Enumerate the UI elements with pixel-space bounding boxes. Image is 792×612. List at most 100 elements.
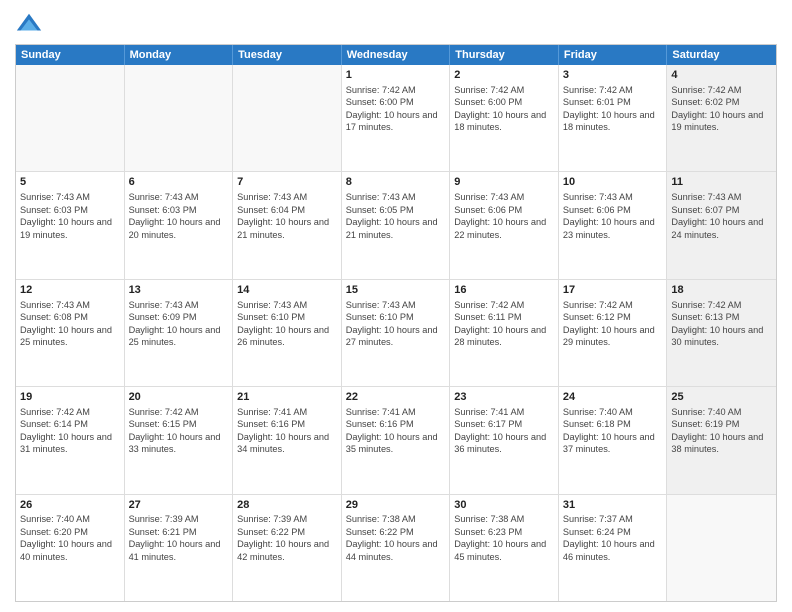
day-cell-29: 29Sunrise: 7:38 AM Sunset: 6:22 PM Dayli… [342, 495, 451, 601]
day-number: 30 [454, 498, 554, 513]
day-number: 12 [20, 283, 120, 298]
day-number: 13 [129, 283, 229, 298]
day-info: Sunrise: 7:39 AM Sunset: 6:22 PM Dayligh… [237, 513, 337, 563]
day-cell-1: 1Sunrise: 7:42 AM Sunset: 6:00 PM Daylig… [342, 65, 451, 171]
day-info: Sunrise: 7:42 AM Sunset: 6:02 PM Dayligh… [671, 84, 772, 134]
day-info: Sunrise: 7:42 AM Sunset: 6:00 PM Dayligh… [346, 84, 446, 134]
day-cell-22: 22Sunrise: 7:41 AM Sunset: 6:16 PM Dayli… [342, 387, 451, 493]
day-number: 10 [563, 175, 663, 190]
day-number: 11 [671, 175, 772, 190]
empty-cell-0-0 [16, 65, 125, 171]
day-cell-20: 20Sunrise: 7:42 AM Sunset: 6:15 PM Dayli… [125, 387, 234, 493]
calendar-row-3: 19Sunrise: 7:42 AM Sunset: 6:14 PM Dayli… [16, 386, 776, 493]
day-cell-15: 15Sunrise: 7:43 AM Sunset: 6:10 PM Dayli… [342, 280, 451, 386]
day-number: 27 [129, 498, 229, 513]
weekday-header-tuesday: Tuesday [233, 45, 342, 65]
calendar-row-0: 1Sunrise: 7:42 AM Sunset: 6:00 PM Daylig… [16, 65, 776, 171]
day-cell-30: 30Sunrise: 7:38 AM Sunset: 6:23 PM Dayli… [450, 495, 559, 601]
day-number: 5 [20, 175, 120, 190]
day-info: Sunrise: 7:42 AM Sunset: 6:14 PM Dayligh… [20, 406, 120, 456]
day-cell-6: 6Sunrise: 7:43 AM Sunset: 6:03 PM Daylig… [125, 172, 234, 278]
day-info: Sunrise: 7:43 AM Sunset: 6:07 PM Dayligh… [671, 191, 772, 241]
weekday-header-monday: Monday [125, 45, 234, 65]
day-cell-12: 12Sunrise: 7:43 AM Sunset: 6:08 PM Dayli… [16, 280, 125, 386]
page: SundayMondayTuesdayWednesdayThursdayFrid… [0, 0, 792, 612]
day-number: 20 [129, 390, 229, 405]
day-info: Sunrise: 7:43 AM Sunset: 6:03 PM Dayligh… [129, 191, 229, 241]
day-info: Sunrise: 7:42 AM Sunset: 6:15 PM Dayligh… [129, 406, 229, 456]
day-info: Sunrise: 7:42 AM Sunset: 6:13 PM Dayligh… [671, 299, 772, 349]
calendar-row-4: 26Sunrise: 7:40 AM Sunset: 6:20 PM Dayli… [16, 494, 776, 601]
empty-cell-0-1 [125, 65, 234, 171]
day-number: 2 [454, 68, 554, 83]
day-number: 9 [454, 175, 554, 190]
day-cell-13: 13Sunrise: 7:43 AM Sunset: 6:09 PM Dayli… [125, 280, 234, 386]
day-info: Sunrise: 7:43 AM Sunset: 6:10 PM Dayligh… [237, 299, 337, 349]
calendar-header: SundayMondayTuesdayWednesdayThursdayFrid… [16, 45, 776, 65]
day-info: Sunrise: 7:43 AM Sunset: 6:08 PM Dayligh… [20, 299, 120, 349]
day-number: 6 [129, 175, 229, 190]
day-info: Sunrise: 7:38 AM Sunset: 6:23 PM Dayligh… [454, 513, 554, 563]
day-cell-8: 8Sunrise: 7:43 AM Sunset: 6:05 PM Daylig… [342, 172, 451, 278]
day-cell-9: 9Sunrise: 7:43 AM Sunset: 6:06 PM Daylig… [450, 172, 559, 278]
day-cell-14: 14Sunrise: 7:43 AM Sunset: 6:10 PM Dayli… [233, 280, 342, 386]
day-number: 17 [563, 283, 663, 298]
day-info: Sunrise: 7:43 AM Sunset: 6:09 PM Dayligh… [129, 299, 229, 349]
empty-cell-0-2 [233, 65, 342, 171]
weekday-header-wednesday: Wednesday [342, 45, 451, 65]
day-cell-27: 27Sunrise: 7:39 AM Sunset: 6:21 PM Dayli… [125, 495, 234, 601]
day-info: Sunrise: 7:42 AM Sunset: 6:12 PM Dayligh… [563, 299, 663, 349]
day-cell-25: 25Sunrise: 7:40 AM Sunset: 6:19 PM Dayli… [667, 387, 776, 493]
day-info: Sunrise: 7:43 AM Sunset: 6:04 PM Dayligh… [237, 191, 337, 241]
day-info: Sunrise: 7:40 AM Sunset: 6:20 PM Dayligh… [20, 513, 120, 563]
day-cell-31: 31Sunrise: 7:37 AM Sunset: 6:24 PM Dayli… [559, 495, 668, 601]
day-number: 21 [237, 390, 337, 405]
day-number: 29 [346, 498, 446, 513]
day-info: Sunrise: 7:43 AM Sunset: 6:10 PM Dayligh… [346, 299, 446, 349]
day-cell-19: 19Sunrise: 7:42 AM Sunset: 6:14 PM Dayli… [16, 387, 125, 493]
day-cell-28: 28Sunrise: 7:39 AM Sunset: 6:22 PM Dayli… [233, 495, 342, 601]
day-cell-5: 5Sunrise: 7:43 AM Sunset: 6:03 PM Daylig… [16, 172, 125, 278]
day-number: 8 [346, 175, 446, 190]
day-number: 1 [346, 68, 446, 83]
day-info: Sunrise: 7:40 AM Sunset: 6:19 PM Dayligh… [671, 406, 772, 456]
day-info: Sunrise: 7:43 AM Sunset: 6:05 PM Dayligh… [346, 191, 446, 241]
day-number: 18 [671, 283, 772, 298]
day-cell-10: 10Sunrise: 7:43 AM Sunset: 6:06 PM Dayli… [559, 172, 668, 278]
day-cell-18: 18Sunrise: 7:42 AM Sunset: 6:13 PM Dayli… [667, 280, 776, 386]
day-cell-23: 23Sunrise: 7:41 AM Sunset: 6:17 PM Dayli… [450, 387, 559, 493]
day-info: Sunrise: 7:42 AM Sunset: 6:11 PM Dayligh… [454, 299, 554, 349]
day-cell-2: 2Sunrise: 7:42 AM Sunset: 6:00 PM Daylig… [450, 65, 559, 171]
day-number: 3 [563, 68, 663, 83]
day-number: 16 [454, 283, 554, 298]
weekday-header-thursday: Thursday [450, 45, 559, 65]
day-cell-3: 3Sunrise: 7:42 AM Sunset: 6:01 PM Daylig… [559, 65, 668, 171]
weekday-header-saturday: Saturday [667, 45, 776, 65]
day-info: Sunrise: 7:37 AM Sunset: 6:24 PM Dayligh… [563, 513, 663, 563]
day-info: Sunrise: 7:40 AM Sunset: 6:18 PM Dayligh… [563, 406, 663, 456]
day-number: 19 [20, 390, 120, 405]
day-number: 15 [346, 283, 446, 298]
day-number: 24 [563, 390, 663, 405]
calendar-body: 1Sunrise: 7:42 AM Sunset: 6:00 PM Daylig… [16, 65, 776, 601]
day-number: 26 [20, 498, 120, 513]
empty-cell-4-6 [667, 495, 776, 601]
day-info: Sunrise: 7:41 AM Sunset: 6:17 PM Dayligh… [454, 406, 554, 456]
day-cell-11: 11Sunrise: 7:43 AM Sunset: 6:07 PM Dayli… [667, 172, 776, 278]
day-cell-21: 21Sunrise: 7:41 AM Sunset: 6:16 PM Dayli… [233, 387, 342, 493]
day-info: Sunrise: 7:43 AM Sunset: 6:03 PM Dayligh… [20, 191, 120, 241]
weekday-header-sunday: Sunday [16, 45, 125, 65]
day-number: 7 [237, 175, 337, 190]
day-info: Sunrise: 7:43 AM Sunset: 6:06 PM Dayligh… [563, 191, 663, 241]
day-info: Sunrise: 7:38 AM Sunset: 6:22 PM Dayligh… [346, 513, 446, 563]
day-cell-16: 16Sunrise: 7:42 AM Sunset: 6:11 PM Dayli… [450, 280, 559, 386]
day-cell-7: 7Sunrise: 7:43 AM Sunset: 6:04 PM Daylig… [233, 172, 342, 278]
day-number: 31 [563, 498, 663, 513]
weekday-header-friday: Friday [559, 45, 668, 65]
calendar-row-1: 5Sunrise: 7:43 AM Sunset: 6:03 PM Daylig… [16, 171, 776, 278]
day-info: Sunrise: 7:42 AM Sunset: 6:01 PM Dayligh… [563, 84, 663, 134]
day-cell-17: 17Sunrise: 7:42 AM Sunset: 6:12 PM Dayli… [559, 280, 668, 386]
day-number: 23 [454, 390, 554, 405]
day-number: 14 [237, 283, 337, 298]
day-info: Sunrise: 7:41 AM Sunset: 6:16 PM Dayligh… [237, 406, 337, 456]
